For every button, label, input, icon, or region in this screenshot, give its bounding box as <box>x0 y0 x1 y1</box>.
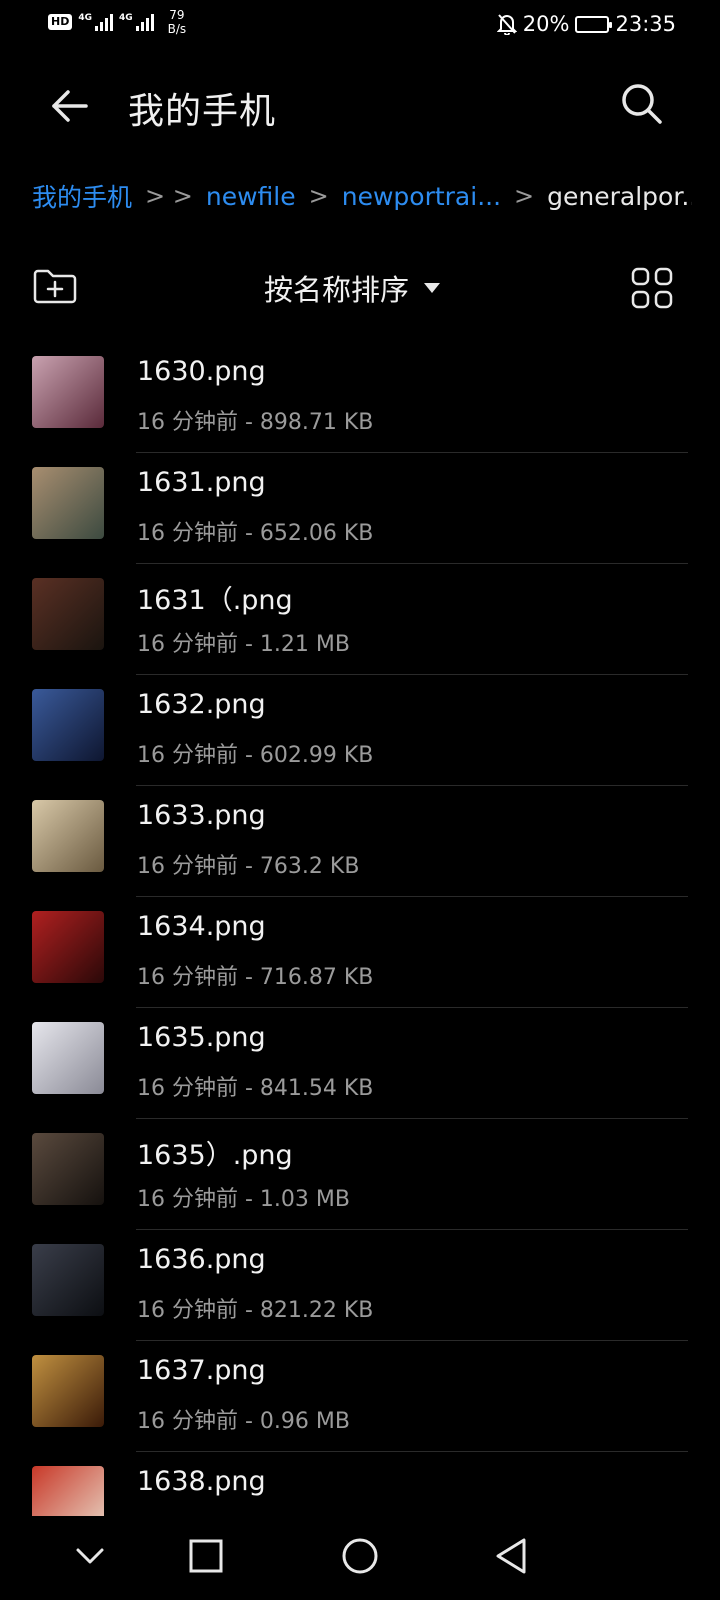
file-name: 1634.png <box>137 911 266 942</box>
nav-home-button[interactable] <box>338 1534 382 1578</box>
nav-back-button[interactable] <box>490 1534 534 1578</box>
status-left: HD 4G 4G 79 B/s <box>48 8 186 36</box>
caret-down-icon <box>424 283 441 293</box>
square-icon <box>189 1539 223 1573</box>
file-thumbnail <box>32 1355 104 1427</box>
file-row[interactable]: 1631.png 16 分钟前 - 652.06 KB <box>0 453 720 564</box>
battery-percent: 20% <box>522 12 570 36</box>
battery-icon <box>575 15 613 33</box>
status-right: 20% 23:35 <box>496 12 676 36</box>
file-row[interactable]: 1633.png 16 分钟前 - 763.2 KB <box>0 786 720 897</box>
file-thumbnail <box>32 1022 104 1094</box>
file-name: 1637.png <box>137 1355 266 1386</box>
navigation-bar <box>0 1516 720 1600</box>
file-row[interactable]: 1631（.png 16 分钟前 - 1.21 MB <box>0 564 720 675</box>
nav-recents-button[interactable] <box>184 1534 228 1578</box>
file-thumbnail <box>32 356 104 428</box>
file-row[interactable]: 1635）.png 16 分钟前 - 1.03 MB <box>0 1119 720 1230</box>
grid-view-icon <box>631 267 673 309</box>
breadcrumb-separator-icon: > <box>308 182 329 210</box>
file-meta: 16 分钟前 - 763.2 KB <box>137 854 360 879</box>
file-meta: 16 分钟前 - 841.54 KB <box>137 1076 374 1101</box>
bell-off-icon <box>496 14 517 35</box>
breadcrumb: 我的手机 > > newfile > newportrai... > gener… <box>32 174 692 218</box>
action-row: 按名称排序 <box>0 256 720 320</box>
file-list: 1630.png 16 分钟前 - 898.71 KB 1631.png 16 分钟前… <box>0 342 720 1518</box>
back-button[interactable] <box>44 80 96 132</box>
status-bar: HD 4G 4G 79 B/s 20% 23:35 <box>0 0 720 48</box>
hd-badge: HD <box>48 14 73 30</box>
file-name: 1632.png <box>137 689 266 720</box>
file-name: 1633.png <box>137 800 266 831</box>
file-name: 1635）.png <box>137 1140 293 1171</box>
file-name: 1631.png <box>137 467 266 498</box>
file-row[interactable]: 1637.png 16 分钟前 - 0.96 MB <box>0 1341 720 1452</box>
new-folder-button[interactable] <box>32 266 78 306</box>
file-name: 1636.png <box>137 1244 266 1275</box>
file-name: 1631（.png <box>137 585 293 616</box>
network-speed-value: 79 <box>169 8 185 22</box>
file-name: 1635.png <box>137 1022 266 1053</box>
file-thumbnail <box>32 689 104 761</box>
signal-2-icon: 4G <box>119 13 154 31</box>
file-row[interactable]: 1638.png <box>0 1452 720 1518</box>
file-meta: 16 分钟前 - 602.99 KB <box>137 743 374 768</box>
breadcrumb-item-my-phone[interactable]: 我的手机 <box>32 178 132 214</box>
file-row[interactable]: 1635.png 16 分钟前 - 841.54 KB <box>0 1008 720 1119</box>
file-thumbnail <box>32 1133 104 1205</box>
file-thumbnail <box>32 1244 104 1316</box>
file-meta: 16 分钟前 - 1.03 MB <box>137 1187 350 1212</box>
breadcrumb-item-newfile[interactable]: newfile <box>206 182 296 211</box>
file-row[interactable]: 1634.png 16 分钟前 - 716.87 KB <box>0 897 720 1008</box>
triangle-back-icon <box>496 1538 526 1574</box>
file-thumbnail <box>32 911 104 983</box>
breadcrumb-separator-icon: > > <box>145 182 193 210</box>
network-speed: 79 B/s <box>168 8 187 36</box>
file-thumbnail <box>32 467 104 539</box>
chevron-down-icon <box>76 1548 104 1564</box>
file-row[interactable]: 1636.png 16 分钟前 - 821.22 KB <box>0 1230 720 1341</box>
arrow-left-icon <box>52 90 88 122</box>
breadcrumb-item-newportrait[interactable]: newportrai... <box>342 182 501 211</box>
breadcrumb-separator-icon: > <box>514 182 535 210</box>
network-speed-unit: B/s <box>167 22 187 36</box>
file-thumbnail <box>32 1466 104 1518</box>
circle-icon <box>342 1538 378 1574</box>
file-meta: 16 分钟前 - 652.06 KB <box>137 521 374 546</box>
file-thumbnail <box>32 578 104 650</box>
sort-dropdown[interactable]: 按名称排序 <box>264 266 441 310</box>
file-row[interactable]: 1632.png 16 分钟前 - 602.99 KB <box>0 675 720 786</box>
file-meta: 16 分钟前 - 821.22 KB <box>137 1298 374 1323</box>
folder-add-icon <box>33 269 77 304</box>
search-button[interactable] <box>616 78 668 130</box>
clock: 23:35 <box>615 12 676 36</box>
toolbar: 我的手机 <box>0 64 720 144</box>
network-type-1: 4G <box>78 13 92 23</box>
signal-1-icon: 4G <box>78 13 113 31</box>
breadcrumb-item-current: generalpor... <box>547 181 692 211</box>
file-row[interactable]: 1630.png 16 分钟前 - 898.71 KB <box>0 342 720 453</box>
file-thumbnail <box>32 800 104 872</box>
file-name: 1630.png <box>137 356 266 387</box>
file-meta: 16 分钟前 - 716.87 KB <box>137 965 374 990</box>
file-meta: 16 分钟前 - 898.71 KB <box>137 410 374 435</box>
grid-view-button[interactable] <box>630 266 674 310</box>
file-meta: 16 分钟前 - 0.96 MB <box>137 1409 350 1434</box>
search-icon <box>622 84 662 124</box>
page-title: 我的手机 <box>128 91 277 132</box>
file-meta: 16 分钟前 - 1.21 MB <box>137 632 350 657</box>
nav-collapse-button[interactable] <box>68 1534 112 1578</box>
file-manager-screen: HD 4G 4G 79 B/s 20% 23:35 我的手机 我的手机 > > … <box>0 0 720 1600</box>
network-type-2: 4G <box>119 13 133 23</box>
file-name: 1638.png <box>137 1466 266 1497</box>
sort-label: 按名称排序 <box>264 273 410 307</box>
